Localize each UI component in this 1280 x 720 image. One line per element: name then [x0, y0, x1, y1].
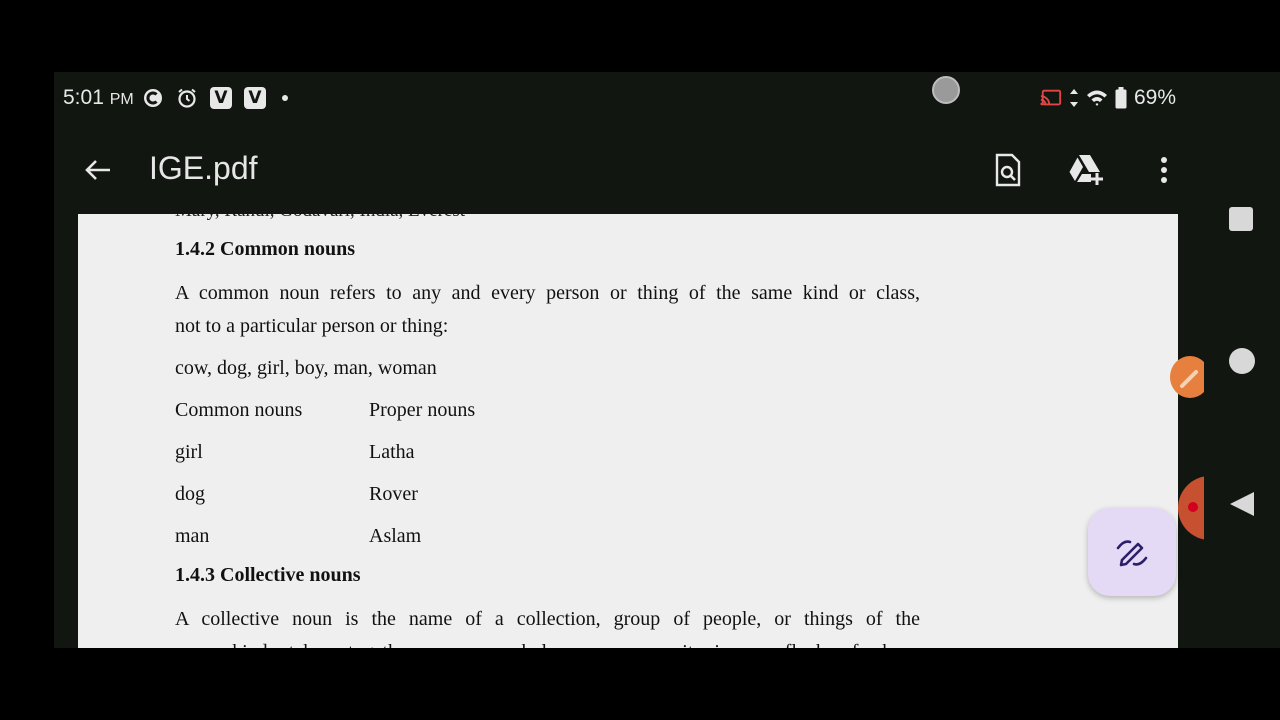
brush-icon: [1180, 370, 1198, 388]
alarm-icon: [176, 87, 198, 109]
edge-tool-brush[interactable]: [1170, 356, 1204, 398]
battery-icon: [1114, 87, 1128, 109]
letterbox-bottom: [0, 648, 1280, 720]
status-bar: 5:01 PM V V 69%: [54, 72, 1204, 126]
status-icons-left: V V: [142, 87, 288, 109]
table-cell: man: [175, 525, 210, 547]
table-cell: dog: [175, 483, 205, 505]
paragraph-line: A collective noun is the name of a colle…: [175, 608, 920, 630]
triangle-back-icon: [1230, 492, 1254, 516]
vivaldi-icon: V: [210, 87, 232, 109]
app-bar: IGE.pdf: [54, 136, 1204, 206]
app-bar-actions: [988, 150, 1184, 190]
paragraph-line: not to a particular person or thing:: [175, 315, 449, 337]
table-cell: Rover: [369, 483, 418, 505]
document-title: IGE.pdf: [149, 150, 258, 186]
paragraph-line-cut: same kind, taken together as one whole o…: [175, 636, 920, 648]
cast-icon: [1040, 87, 1062, 109]
circle-home-icon: [1229, 348, 1255, 374]
annotate-fab[interactable]: [1088, 508, 1176, 596]
battery-percent: 69%: [1133, 86, 1176, 109]
home-button[interactable]: [1228, 347, 1256, 380]
table-header-proper: Proper nouns: [369, 399, 476, 421]
section-heading-collective-nouns: 1.4.3 Collective nouns: [175, 564, 361, 586]
add-to-drive-icon: [1069, 155, 1103, 185]
table-cell: girl: [175, 441, 203, 463]
edge-tool-record[interactable]: [1178, 476, 1204, 540]
arrow-back-icon: [85, 160, 110, 180]
touch-indicator: [932, 76, 960, 104]
pdf-page[interactable]: Mary, Rahul, Godavari, India, Everest 1.…: [78, 214, 1178, 648]
status-time: 5:01 PM: [63, 86, 134, 109]
cut-off-text-line: Mary, Rahul, Godavari, India, Everest: [175, 214, 465, 222]
phone-screen: 5:01 PM V V 69% IGE.pdf 1.4.2 Common nou…: [54, 72, 1204, 648]
letterbox-top: [0, 0, 1280, 72]
more-vert-icon: [1161, 157, 1167, 183]
back-nav-button[interactable]: [1228, 490, 1256, 523]
back-button[interactable]: [80, 152, 116, 188]
table-cell: Aslam: [369, 525, 422, 547]
square-recents-icon: [1229, 207, 1253, 231]
section-heading-common-nouns: 1.4.2 Common nouns: [175, 238, 356, 260]
navigation-bar: [1204, 72, 1280, 648]
add-to-drive-button[interactable]: [1066, 150, 1106, 190]
notification-dot: [282, 95, 288, 101]
pen-annotate-icon: [1116, 540, 1148, 567]
data-arrows-icon: [1068, 87, 1080, 109]
status-icons-right: 69%: [1040, 86, 1176, 110]
table-cell: Latha: [369, 441, 415, 463]
more-options-button[interactable]: [1144, 150, 1184, 190]
paragraph-line: A common noun refers to any and every pe…: [175, 282, 920, 304]
examples-line: cow, dog, girl, boy, man, woman: [175, 357, 437, 379]
c-icon: [142, 87, 164, 109]
vivaldi-icon: V: [244, 87, 266, 109]
table-header-common: Common nouns: [175, 399, 303, 421]
find-in-document-icon: [995, 153, 1021, 187]
record-dot-icon: [1188, 502, 1198, 512]
recents-button[interactable]: [1228, 206, 1254, 237]
wifi-icon: [1086, 87, 1108, 109]
find-in-document-button[interactable]: [988, 150, 1028, 190]
